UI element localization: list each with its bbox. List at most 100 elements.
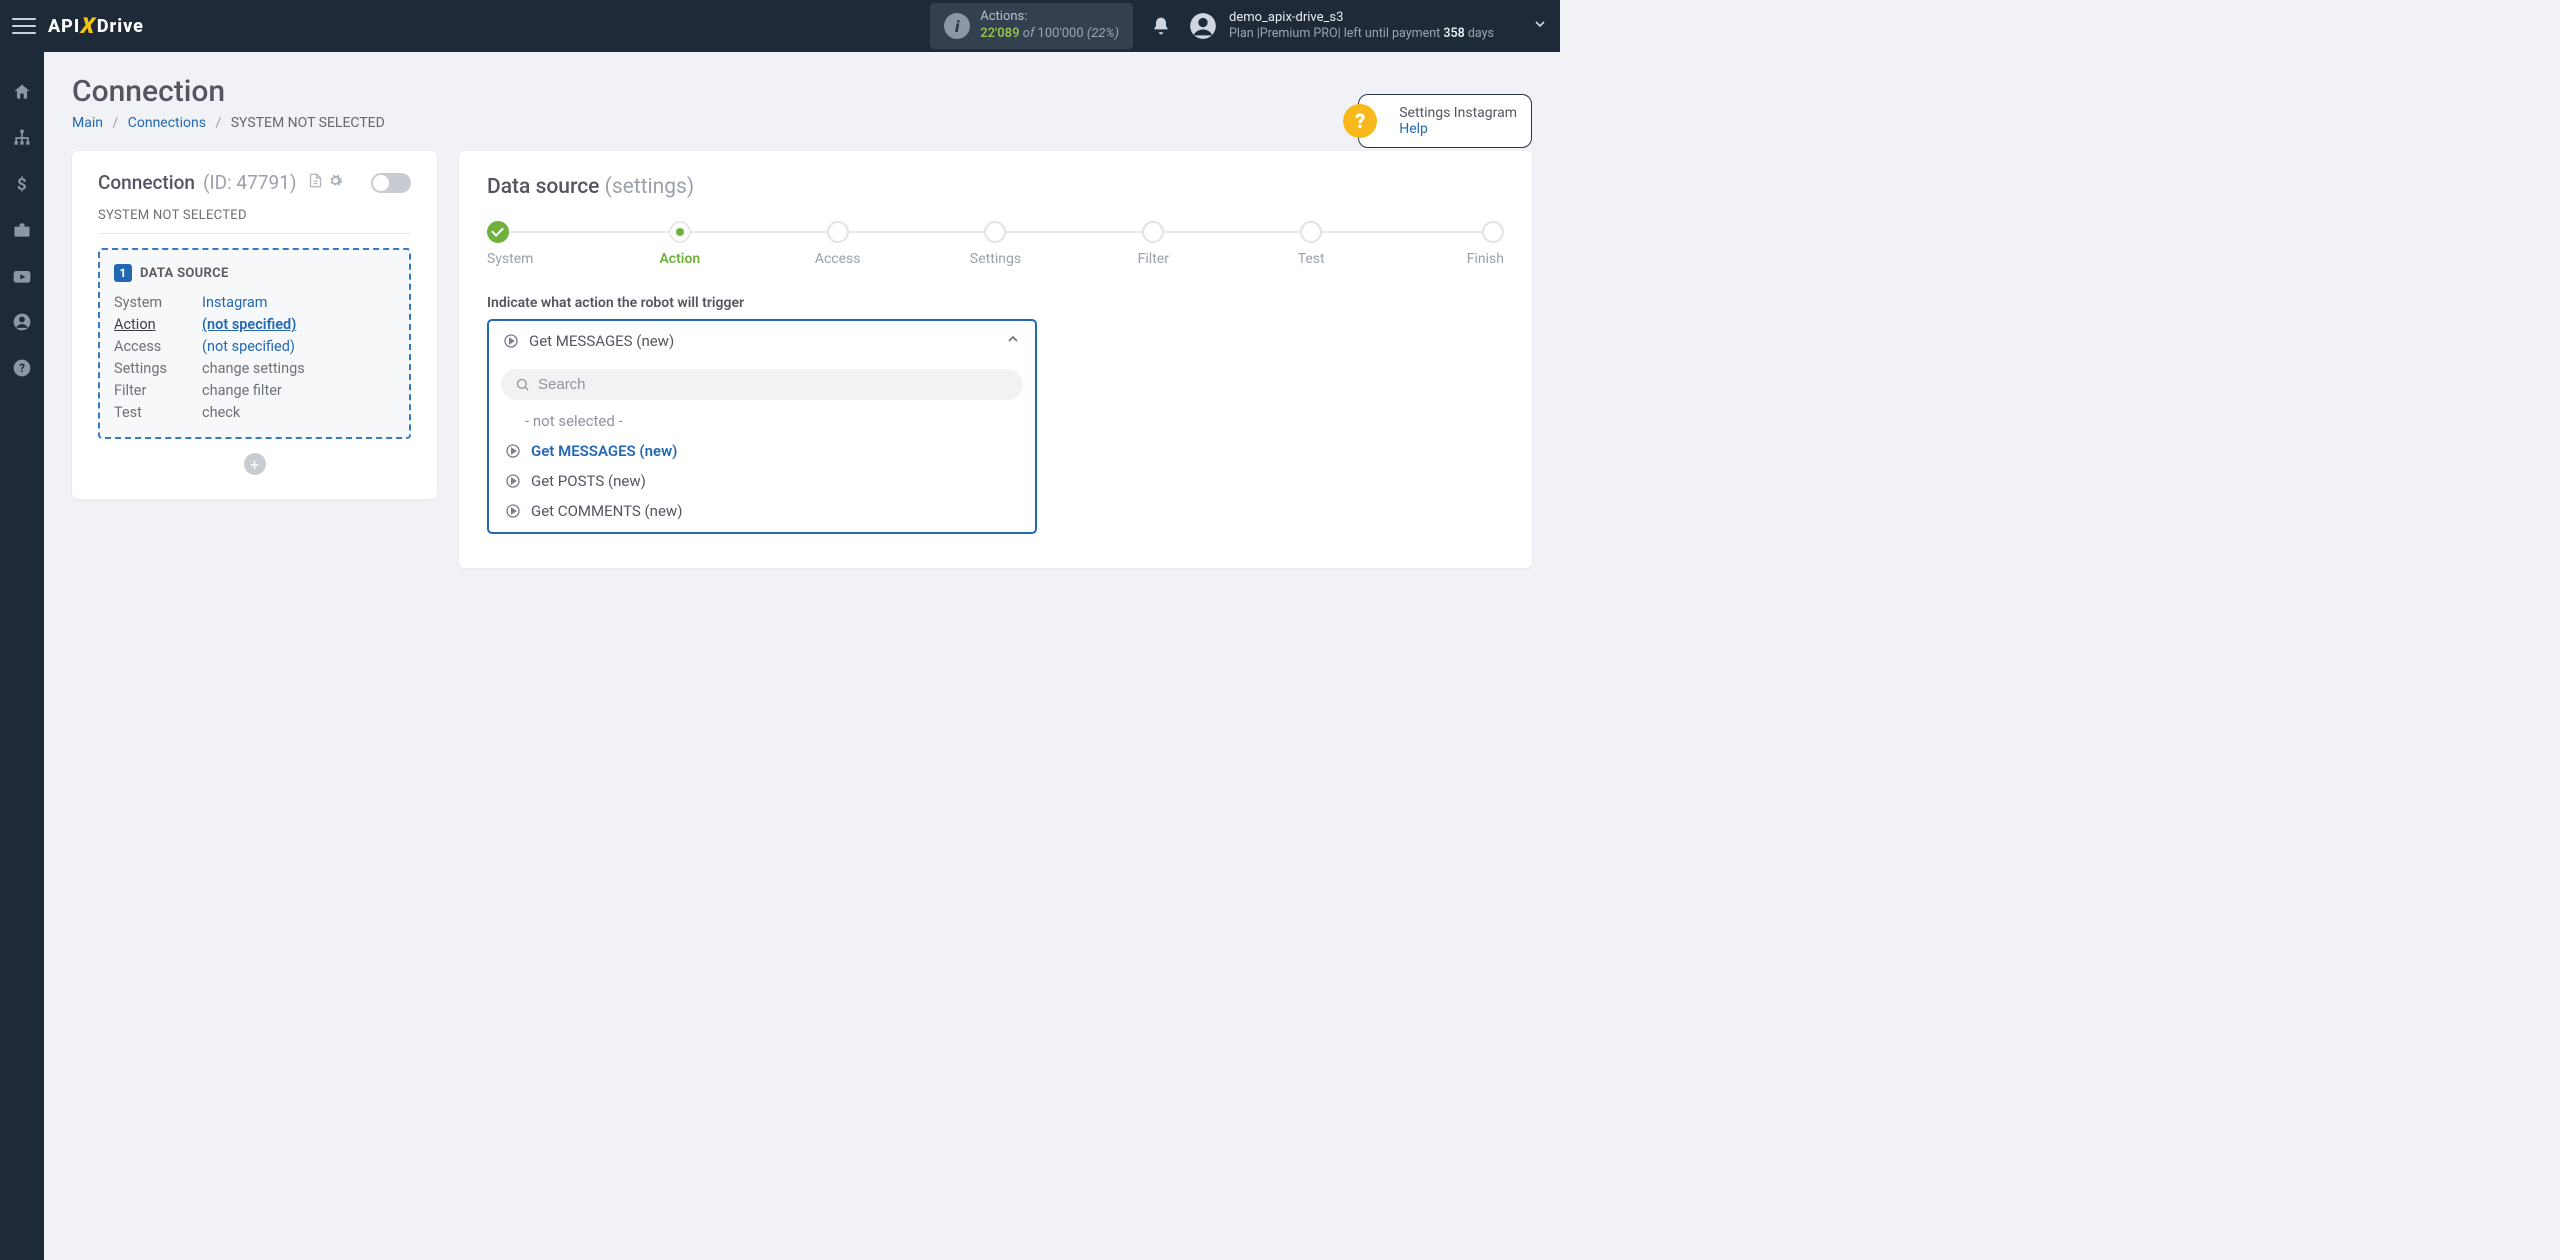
logo-text-right: Drive (97, 16, 144, 37)
help-question-icon: ? (1343, 104, 1377, 138)
step-system[interactable]: System (487, 221, 557, 267)
data-source-card-subtitle: (settings) (605, 175, 695, 199)
user-text: demo_apix-drive_s3 Plan |Premium PRO| le… (1229, 9, 1494, 43)
row-settings-key: Settings (114, 360, 202, 377)
stepper: System Action Access Settings Filter Tes… (487, 221, 1504, 271)
plan-days: 358 (1443, 26, 1464, 41)
data-source-card-title: Data source (487, 175, 599, 199)
option-get-comments-label: Get COMMENTS (new) (531, 502, 682, 520)
row-action-value[interactable]: (not specified) (202, 316, 395, 333)
row-system-key: System (114, 294, 202, 311)
action-dropdown-selected: Get MESSAGES (new) (529, 332, 674, 350)
top-header: API X Drive i Actions: 22'089 of 100'000… (0, 0, 1560, 52)
play-icon (503, 333, 519, 349)
option-get-messages-label: Get MESSAGES (new) (531, 442, 677, 460)
nav-account-icon[interactable] (10, 310, 34, 334)
play-icon (505, 443, 521, 459)
option-get-messages[interactable]: Get MESSAGES (new) (501, 436, 1023, 466)
plan-suffix: days (1465, 26, 1494, 41)
nav-billing-icon[interactable]: $ (10, 172, 34, 196)
connection-subtitle: SYSTEM NOT SELECTED (98, 208, 411, 234)
breadcrumb-main[interactable]: Main (72, 115, 103, 131)
search-icon (515, 377, 530, 392)
row-test-value[interactable]: check (202, 404, 395, 421)
actions-pct: (22%) (1087, 26, 1119, 41)
file-icon[interactable] (308, 173, 323, 192)
actions-used: 22'089 (980, 26, 1019, 41)
actions-quota-box[interactable]: i Actions: 22'089 of 100'000 (22%) (930, 3, 1133, 49)
row-test-key: Test (114, 404, 202, 421)
play-icon (505, 503, 521, 519)
nav-home-icon[interactable] (10, 80, 34, 104)
data-source-badge: 1 (114, 264, 132, 282)
step-action[interactable]: Action (645, 221, 715, 267)
row-settings-value[interactable]: change settings (202, 360, 395, 377)
actions-total: 100'000 (1038, 26, 1084, 41)
breadcrumb-connections[interactable]: Connections (128, 115, 206, 131)
connection-toggle[interactable] (371, 173, 411, 193)
action-dropdown-body: - not selected - Get MESSAGES (new) Get … (489, 361, 1035, 532)
data-source-box[interactable]: 1 DATA SOURCE System Instagram Action (n… (98, 248, 411, 439)
step-action-label: Action (659, 251, 700, 267)
action-search[interactable] (501, 369, 1023, 400)
option-get-posts-label: Get POSTS (new) (531, 472, 646, 490)
nav-connections-icon[interactable] (10, 126, 34, 150)
user-menu[interactable]: demo_apix-drive_s3 Plan |Premium PRO| le… (1189, 9, 1494, 43)
info-icon: i (944, 13, 970, 39)
row-system-value[interactable]: Instagram (202, 294, 395, 311)
action-search-input[interactable] (538, 376, 1009, 393)
gear-icon[interactable] (328, 173, 343, 192)
step-test[interactable]: Test (1276, 221, 1346, 267)
connection-id: (ID: 47791) (203, 171, 296, 194)
hamburger-menu-icon[interactable] (12, 14, 36, 38)
nav-help-icon[interactable]: ? (10, 356, 34, 380)
help-bubble: ? Settings Instagram Help (1358, 94, 1532, 148)
row-filter-key: Filter (114, 382, 202, 399)
action-dropdown-toggle[interactable]: Get MESSAGES (new) (489, 321, 1035, 361)
step-system-label: System (487, 251, 533, 267)
svg-text:?: ? (19, 361, 25, 375)
svg-text:$: $ (17, 176, 27, 194)
avatar-icon (1189, 12, 1217, 40)
step-finish[interactable]: Finish (1434, 221, 1504, 267)
notifications-bell-icon[interactable] (1151, 16, 1171, 36)
logo[interactable]: API X Drive (48, 14, 144, 39)
page-title: Connection (72, 74, 385, 109)
step-access[interactable]: Access (803, 221, 873, 267)
chevron-down-icon[interactable] (1532, 16, 1548, 36)
help-title: Settings Instagram (1399, 105, 1517, 121)
data-source-title: DATA SOURCE (140, 266, 229, 281)
help-link[interactable]: Help (1399, 121, 1517, 137)
main-content: Connection Main / Connections / SYSTEM N… (44, 52, 1560, 590)
step-test-label: Test (1298, 251, 1325, 267)
row-access-value[interactable]: (not specified) (202, 338, 395, 355)
logo-text-left: API (48, 16, 80, 37)
option-get-posts[interactable]: Get POSTS (new) (501, 466, 1023, 496)
actions-of: of (1023, 26, 1035, 41)
step-settings[interactable]: Settings (960, 221, 1030, 267)
row-filter-value[interactable]: change filter (202, 382, 395, 399)
option-not-selected[interactable]: - not selected - (501, 406, 1023, 436)
row-access-key: Access (114, 338, 202, 355)
breadcrumb-current: SYSTEM NOT SELECTED (231, 115, 385, 131)
row-action-key: Action (114, 316, 202, 333)
user-name: demo_apix-drive_s3 (1229, 9, 1494, 27)
action-field-label: Indicate what action the robot will trig… (487, 295, 1504, 311)
step-settings-label: Settings (970, 251, 1021, 267)
nav-briefcase-icon[interactable] (10, 218, 34, 242)
connection-card: Connection (ID: 47791) SYSTEM NOT SELECT… (72, 151, 437, 499)
data-source-settings-card: Data source (settings) System Action Acc… (459, 151, 1532, 568)
option-get-comments[interactable]: Get COMMENTS (new) (501, 496, 1023, 526)
nav-video-icon[interactable] (10, 264, 34, 288)
side-nav: $ ? (0, 52, 44, 1260)
step-finish-label: Finish (1467, 251, 1504, 267)
step-filter[interactable]: Filter (1118, 221, 1188, 267)
chevron-up-icon (1005, 331, 1021, 351)
action-dropdown: Get MESSAGES (new) - not selected - Get … (487, 319, 1037, 534)
step-access-label: Access (815, 251, 861, 267)
breadcrumb: Main / Connections / SYSTEM NOT SELECTED (72, 115, 385, 131)
actions-quota-text: Actions: 22'089 of 100'000 (22%) (980, 9, 1119, 43)
logo-x-icon: X (80, 14, 97, 39)
add-destination-button[interactable]: + (244, 453, 266, 475)
play-icon (505, 473, 521, 489)
